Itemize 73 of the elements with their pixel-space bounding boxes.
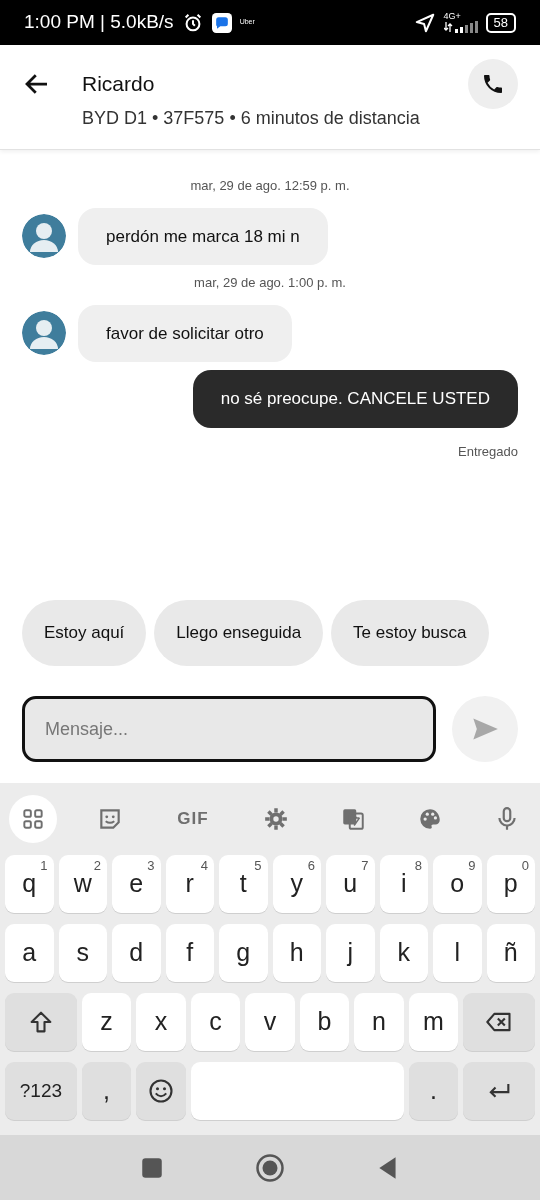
translate-icon <box>340 806 366 832</box>
apps-grid-button[interactable] <box>9 795 57 843</box>
message-timestamp: mar, 29 de ago. 12:59 p. m. <box>190 178 350 193</box>
keyboard-key[interactable]: . <box>408 1062 459 1120</box>
keyboard-key[interactable]: s <box>58 924 107 982</box>
keyboard-key[interactable]: k <box>379 924 428 982</box>
avatar <box>22 311 66 356</box>
trip-details: BYD D1 • 37F575 • 6 minutos de distancia <box>82 107 421 130</box>
network-type: 4G+ <box>443 12 461 21</box>
keyboard-key[interactable]: l <box>433 924 482 982</box>
symbols-key[interactable]: ?123 <box>5 1062 77 1120</box>
keyboard-key[interactable]: r 4 <box>165 855 214 913</box>
keyboard-key[interactable]: u 7 <box>326 855 375 913</box>
message-bubble: favor de solicitar otro <box>78 304 292 362</box>
keyboard-key[interactable]: d <box>112 924 161 982</box>
phone-icon <box>481 72 505 96</box>
status-time: 1:00 PM | 5.0kB/s <box>24 10 174 35</box>
key-hint: 3 <box>147 857 155 875</box>
key-hint: 6 <box>307 857 315 875</box>
keyboard-key[interactable]: h <box>272 924 321 982</box>
quick-reply-chip[interactable]: Llego enseguida <box>154 600 324 666</box>
keyboard-key[interactable]: f <box>165 924 214 982</box>
keyboard-key[interactable]: j <box>326 924 375 982</box>
keyboard-key[interactable]: x <box>136 993 186 1051</box>
key-hint: 4 <box>200 857 208 875</box>
key-hint: 2 <box>93 857 101 875</box>
keyboard-key[interactable]: e 3 <box>112 855 161 913</box>
keyboard-key[interactable]: v <box>245 993 295 1051</box>
keyboard-key[interactable]: m <box>408 993 459 1051</box>
keyboard-key[interactable]: p 0 <box>486 855 535 913</box>
key-hint: 5 <box>254 857 262 875</box>
quick-reply-chip[interactable]: Estoy aquí <box>22 600 147 666</box>
key-hint: 1 <box>40 857 48 875</box>
message-timestamp: mar, 29 de ago. 1:00 p. m. <box>194 275 346 290</box>
keyboard-key[interactable]: w 2 <box>58 855 107 913</box>
apps-grid-icon <box>20 806 46 832</box>
backspace-key[interactable] <box>463 993 536 1051</box>
location-arrow-icon <box>413 11 436 34</box>
signal-icon <box>443 21 478 33</box>
keyboard-key[interactable]: q 1 <box>5 855 54 913</box>
keyboard-key[interactable]: b <box>299 993 350 1051</box>
gif-button[interactable]: GIF <box>163 795 223 843</box>
keyboard-key[interactable]: ñ <box>486 924 535 982</box>
keyboard-key[interactable]: g <box>219 924 268 982</box>
battery-indicator: 58 <box>485 12 516 33</box>
key-hint: 8 <box>414 857 422 875</box>
keyboard-key[interactable]: a <box>5 924 54 982</box>
keyboard-key[interactable]: z <box>81 993 132 1051</box>
key-hint: 9 <box>468 857 476 875</box>
key-hint: 7 <box>361 857 369 875</box>
call-button[interactable] <box>468 59 518 109</box>
message-input[interactable]: Mensaje... <box>22 696 436 762</box>
quick-reply-chip[interactable]: Te estoy busca <box>331 600 489 666</box>
palette-icon <box>417 806 443 832</box>
keyboard-key[interactable]: i 8 <box>379 855 428 913</box>
emoji-key[interactable] <box>136 1062 186 1120</box>
contact-name: Ricardo <box>82 71 156 98</box>
keyboard-key[interactable]: t 5 <box>219 855 268 913</box>
keyboard-key[interactable]: n <box>354 993 404 1051</box>
chat-app-icon <box>211 12 232 33</box>
shift-key[interactable] <box>5 993 77 1051</box>
home-button[interactable] <box>255 1152 285 1183</box>
keyboard-key[interactable]: y 6 <box>272 855 321 913</box>
keyboard-key[interactable]: o 9 <box>433 855 482 913</box>
key-hint: 0 <box>521 857 529 875</box>
keyboard-key[interactable]: c <box>190 993 241 1051</box>
keyboard-key[interactable]: , <box>81 1062 132 1120</box>
delivery-status: Entregado <box>458 443 518 459</box>
message-bubble: perdón me marca 18 mi n <box>78 207 328 265</box>
settings-icon <box>263 806 289 832</box>
message-bubble: no sé preocupe. CANCELE USTED <box>192 370 518 428</box>
avatar <box>22 214 66 259</box>
sticker-icon <box>97 806 123 832</box>
